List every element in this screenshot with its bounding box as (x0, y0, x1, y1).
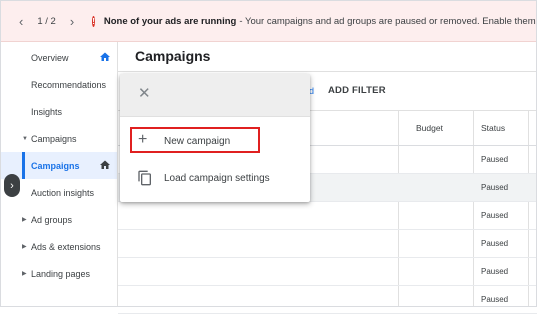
close-icon[interactable]: ✕ (138, 86, 151, 101)
chevron-left-icon[interactable]: ‹ (19, 15, 23, 28)
status-cell: Paused (481, 267, 509, 276)
sidebar-item-label: Overview (31, 52, 69, 63)
caret-right-icon: ▶ (22, 271, 27, 277)
sidebar-item-label: Recommendations (31, 79, 107, 90)
sidebar-group-landing-pages[interactable]: ▶ Landing pages (1, 260, 117, 287)
error-icon: ! (92, 15, 95, 27)
home-icon (100, 160, 110, 169)
status-cell: Paused (481, 183, 509, 192)
sidebar-item-label: Ads & extensions (31, 241, 101, 252)
home-icon (100, 52, 110, 61)
alert-banner: ‹ 1 / 2 › ! None of your ads are running… (1, 1, 536, 42)
status-cell: Paused (481, 155, 509, 164)
alert-title: None of your ads are running (103, 15, 237, 27)
caret-right-icon: ▶ (22, 244, 27, 250)
create-menu: ✕ + New campaign Load campaign settings (120, 74, 310, 202)
add-filter-button[interactable]: ADD FILTER (328, 85, 386, 96)
table-row[interactable]: Paused (118, 202, 537, 230)
alert-message: - Your campaigns and ad groups are pause… (239, 15, 536, 27)
copy-icon (138, 170, 151, 186)
sidebar-group-campaigns[interactable]: ▼ Campaigns (1, 125, 117, 152)
sidebar-item-recommendations[interactable]: Recommendations (1, 71, 117, 98)
table-row[interactable]: Paused (118, 258, 537, 286)
sidebar-item-insights[interactable]: Insights (1, 98, 117, 125)
pager-text: 1 / 2 (37, 15, 56, 27)
sidebar-item-campaigns[interactable]: Campaigns (1, 152, 117, 179)
status-cell: Paused (481, 239, 509, 248)
highlight-box (130, 127, 260, 153)
status-cell: Paused (481, 295, 509, 304)
table-row[interactable]: Paused (118, 230, 537, 258)
sidebar-item-label: Auction insights (31, 187, 95, 198)
status-cell: Paused (481, 211, 509, 220)
menu-header: ✕ (120, 74, 310, 117)
sidebar-nav: Overview Recommendations Insights ▼ Camp… (1, 42, 117, 306)
column-header-budget[interactable]: Budget (416, 123, 443, 133)
new-campaign-menu-item[interactable]: + New campaign (120, 125, 310, 157)
caret-right-icon: ▶ (22, 217, 27, 223)
sidebar-group-ads-extensions[interactable]: ▶ Ads & extensions (1, 233, 117, 260)
page-title: Campaigns (135, 48, 211, 64)
sidebar-item-label: Campaigns (31, 133, 77, 144)
caret-down-icon: ▼ (22, 135, 28, 142)
sidebar-group-ad-groups[interactable]: ▶ Ad groups (1, 206, 117, 233)
load-campaign-settings-menu-item[interactable]: Load campaign settings (120, 162, 310, 194)
sidebar-item-label: Insights (31, 106, 63, 117)
title-bar: Campaigns (118, 42, 537, 72)
sidebar-item-label: Campaigns (31, 160, 80, 171)
sidebar-item-overview[interactable]: Overview (1, 44, 117, 71)
column-header-status[interactable]: Status (481, 123, 505, 133)
alert-pager: ‹ 1 / 2 › (19, 15, 74, 28)
collapse-sidebar-button[interactable]: › (4, 174, 20, 197)
sidebar-item-label: Landing pages (31, 268, 91, 279)
chevron-right-icon[interactable]: › (70, 15, 74, 28)
table-row[interactable]: Paused (118, 286, 537, 314)
chevron-right-icon: › (10, 179, 14, 192)
menu-item-label: Load campaign settings (164, 172, 270, 184)
sidebar-item-label: Ad groups (31, 214, 73, 225)
